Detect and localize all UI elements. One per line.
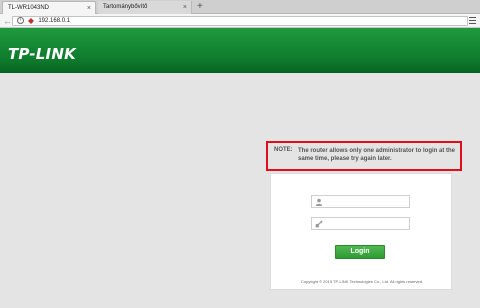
info-icon[interactable]: i xyxy=(17,17,24,24)
tp-link-logo: TP-LINK xyxy=(8,45,76,63)
insecure-lock-icon xyxy=(27,18,34,24)
note-box: NOTE: The router allows only one adminis… xyxy=(266,141,462,171)
tab-router[interactable]: TL-WR1043ND × xyxy=(2,1,96,14)
note-label: NOTE: xyxy=(274,147,293,153)
note-message: The router allows only one administrator… xyxy=(298,148,456,162)
new-tab-button[interactable]: + xyxy=(197,0,203,13)
hamburger-menu-icon[interactable] xyxy=(469,17,476,25)
brand-header: TP-LINK xyxy=(0,28,480,73)
user-icon xyxy=(315,198,323,206)
username-input[interactable] xyxy=(326,197,408,207)
password-input[interactable] xyxy=(326,219,408,229)
username-field[interactable] xyxy=(311,195,410,208)
password-field[interactable] xyxy=(311,217,410,230)
back-button[interactable]: ← xyxy=(3,15,12,27)
copyright-text: Copyright © 2015 TP-LINK Technologies Co… xyxy=(300,279,424,284)
login-button[interactable]: Login xyxy=(335,245,385,259)
tab-range-extender[interactable]: Tartománybővítő × xyxy=(98,1,192,14)
address-bar[interactable]: i 192.168.0.1 xyxy=(12,16,468,26)
tab-label: TL-WR1043ND xyxy=(8,5,50,11)
tab-label: Tartománybővítő xyxy=(103,4,148,10)
browser-tab-bar: TL-WR1043ND × Tartománybővítő × + xyxy=(0,0,480,14)
url-text: 192.168.0.1 xyxy=(38,18,71,24)
login-panel: Login Copyright © 2015 TP-LINK Technolog… xyxy=(270,173,452,290)
key-icon xyxy=(315,220,323,228)
close-tab-icon[interactable]: × xyxy=(183,1,187,14)
browser-toolbar: ← i 192.168.0.1 xyxy=(0,14,480,28)
